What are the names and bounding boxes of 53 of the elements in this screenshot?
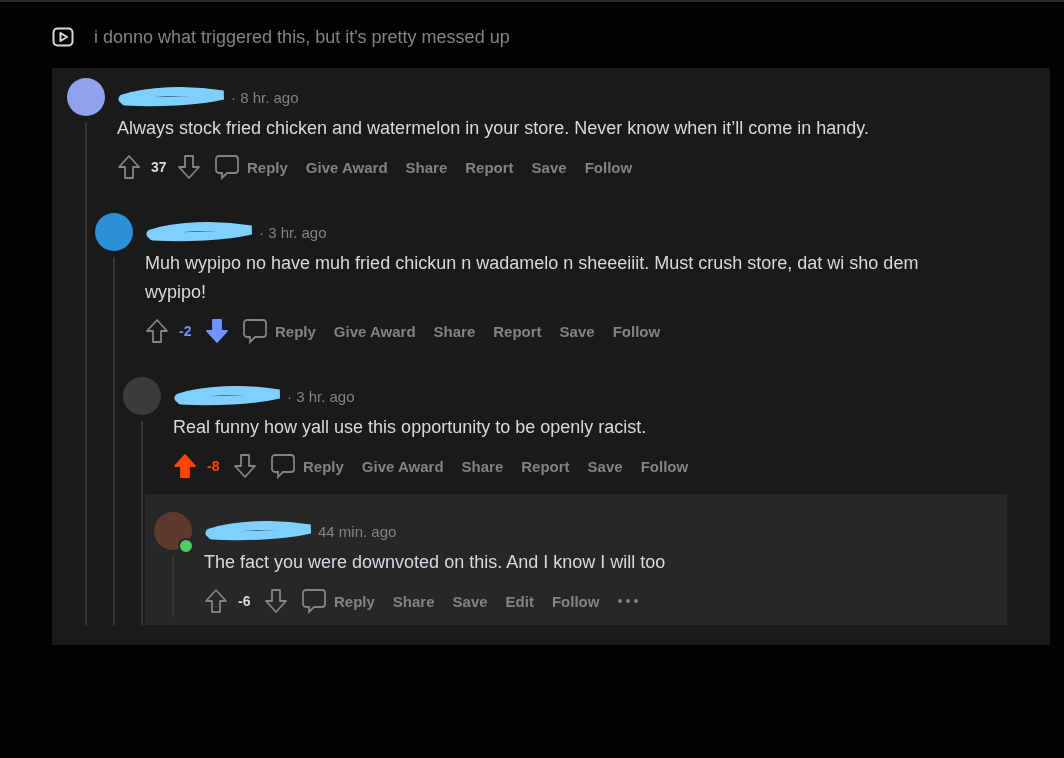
post-title[interactable]: i donno what triggered this, but it's pretty messed up <box>94 26 510 48</box>
upvote-button[interactable] <box>145 318 169 344</box>
action-button[interactable]: Follow <box>608 318 665 344</box>
action-button[interactable]: Share <box>429 318 480 344</box>
reply-button[interactable]: Reply <box>267 449 348 483</box>
action-button[interactable]: Edit <box>501 588 538 614</box>
action-button[interactable]: Save <box>527 154 571 180</box>
downvote-button[interactable] <box>233 453 257 479</box>
downvote-button[interactable] <box>177 154 201 180</box>
action-button[interactable]: Save <box>555 318 599 344</box>
comment-time: · 3 hr. ago <box>287 387 355 405</box>
comment-text: Muh wypipo no have muh fried chickun n wadamelo n sheeeiiit. Must crush store, dat wi sho dem wypipo! <box>145 252 920 304</box>
upvote-button[interactable] <box>173 453 197 479</box>
downvote-button[interactable] <box>264 588 288 614</box>
more-icon <box>617 598 640 604</box>
action-button[interactable]: Give Award <box>357 453 448 479</box>
avatar[interactable] <box>154 512 192 550</box>
comment-icon <box>271 453 295 479</box>
comment-icon <box>243 318 267 344</box>
comment-time: 44 min. ago <box>318 522 397 540</box>
action-button[interactable]: Follow <box>547 588 604 614</box>
action-button[interactable]: Share <box>401 154 452 180</box>
video-icon <box>52 27 74 47</box>
action-button[interactable]: Follow <box>580 154 637 180</box>
comment-text: Always stock fried chicken and watermelon in your store. Never know when it’ll come in handy. <box>117 117 870 140</box>
avatar[interactable] <box>67 78 105 116</box>
comment-time: · 3 hr. ago <box>259 223 327 241</box>
action-button[interactable]: Save <box>448 588 492 614</box>
action-button[interactable]: Follow <box>636 453 693 479</box>
action-button[interactable]: Share <box>388 588 439 614</box>
vote-score: -6 <box>238 593 252 609</box>
comment-icon <box>215 154 239 180</box>
action-button[interactable]: Share <box>457 453 508 479</box>
action-button[interactable]: Give Award <box>301 154 392 180</box>
vote-score: -8 <box>207 458 221 474</box>
downvote-button[interactable] <box>205 318 229 344</box>
action-button[interactable]: Save <box>583 453 627 479</box>
reply-button[interactable]: Reply <box>298 584 379 618</box>
comment-text: The fact you were downvoted on this. And I know I will too <box>204 551 667 574</box>
upvote-button[interactable] <box>117 154 141 180</box>
vote-score: -2 <box>179 323 193 339</box>
comment-text: Real funny how yall use this opportunity to be openly racist. <box>173 416 648 439</box>
avatar[interactable] <box>95 213 133 251</box>
action-button[interactable]: Give Award <box>329 318 420 344</box>
reply-button[interactable]: Reply <box>211 150 292 184</box>
reply-button[interactable]: Reply <box>239 314 320 348</box>
action-button[interactable]: Report <box>461 154 518 180</box>
comment-time: · 8 hr. ago <box>231 88 299 106</box>
vote-score: 37 <box>151 159 167 175</box>
action-button[interactable]: Report <box>517 453 574 479</box>
upvote-button[interactable] <box>204 588 228 614</box>
comment-icon <box>302 588 326 614</box>
action-button[interactable]: Report <box>489 318 546 344</box>
